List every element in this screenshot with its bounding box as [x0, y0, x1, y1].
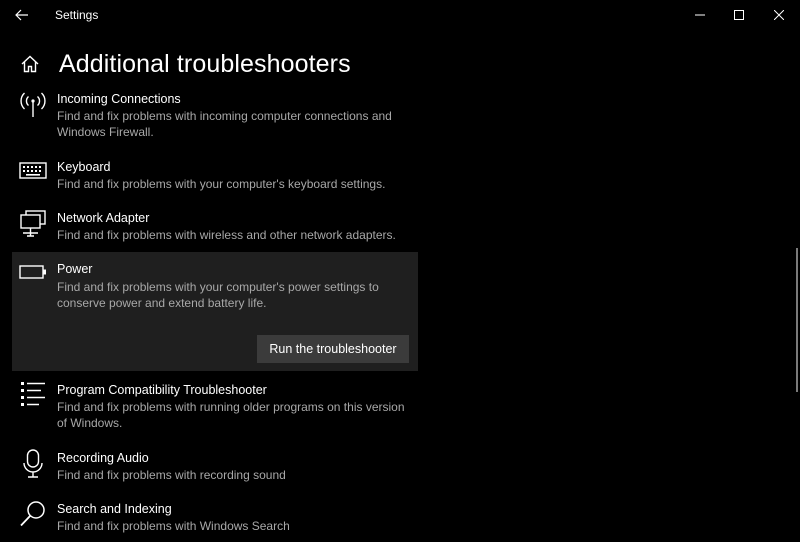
antenna-icon: [18, 92, 48, 122]
arrow-left-icon: [15, 9, 28, 21]
close-icon: [774, 10, 784, 20]
troubleshooter-description: Find and fix problems with your computer…: [57, 177, 386, 191]
back-button[interactable]: [8, 3, 36, 27]
keyboard-icon: [18, 160, 48, 190]
troubleshooter-description: Find and fix problems with recording sou…: [57, 468, 286, 482]
troubleshooter-description: Find and fix problems with incoming comp…: [57, 109, 392, 139]
scrollbar-thumb[interactable]: [796, 248, 798, 392]
title-bar: Settings: [0, 0, 800, 30]
app-title: Settings: [55, 8, 99, 22]
troubleshooter-search-indexing[interactable]: Search and Indexing Find and fix problem…: [12, 500, 418, 538]
troubleshooter-name: Keyboard: [57, 160, 111, 174]
troubleshooter-description: Find and fix problems with wireless and …: [57, 228, 396, 242]
minimize-icon: [695, 14, 705, 16]
microphone-icon: [18, 449, 48, 479]
run-troubleshooter-button[interactable]: Run the troubleshooter: [257, 335, 409, 363]
troubleshooter-description: Find and fix problems with running older…: [57, 400, 405, 430]
troubleshooter-name: Power: [57, 262, 93, 276]
battery-icon: [18, 264, 48, 294]
troubleshooter-name: Search and Indexing: [57, 502, 172, 516]
network-adapter-icon: [18, 210, 48, 240]
close-button[interactable]: [759, 0, 799, 30]
troubleshooter-name: Incoming Connections: [57, 92, 181, 106]
home-button[interactable]: [20, 54, 40, 74]
minimize-button[interactable]: [680, 0, 720, 30]
troubleshooter-description: Find and fix problems with your computer…: [57, 280, 379, 310]
home-icon: [21, 55, 39, 73]
search-icon: [18, 500, 48, 530]
troubleshooter-network-adapter[interactable]: Network Adapter Find and fix problems wi…: [12, 209, 418, 247]
troubleshooter-program-compatibility[interactable]: Program Compatibility Troubleshooter Fin…: [12, 381, 418, 437]
troubleshooter-incoming-connections[interactable]: Incoming Connections Find and fix proble…: [12, 90, 418, 146]
troubleshooter-keyboard[interactable]: Keyboard Find and fix problems with your…: [12, 158, 418, 196]
maximize-button[interactable]: [719, 0, 759, 30]
page-title: Additional troubleshooters: [59, 50, 351, 78]
troubleshooter-recording-audio[interactable]: Recording Audio Find and fix problems wi…: [12, 449, 418, 487]
page-header: Additional troubleshooters: [0, 44, 800, 84]
troubleshooter-power[interactable]: Power Find and fix problems with your co…: [12, 252, 418, 371]
troubleshooter-name: Recording Audio: [57, 451, 149, 465]
troubleshooter-name: Network Adapter: [57, 211, 150, 225]
troubleshooter-description: Find and fix problems with Windows Searc…: [57, 519, 290, 533]
troubleshooter-name: Program Compatibility Troubleshooter: [57, 383, 267, 397]
maximize-icon: [734, 10, 744, 20]
list-icon: [18, 381, 48, 411]
